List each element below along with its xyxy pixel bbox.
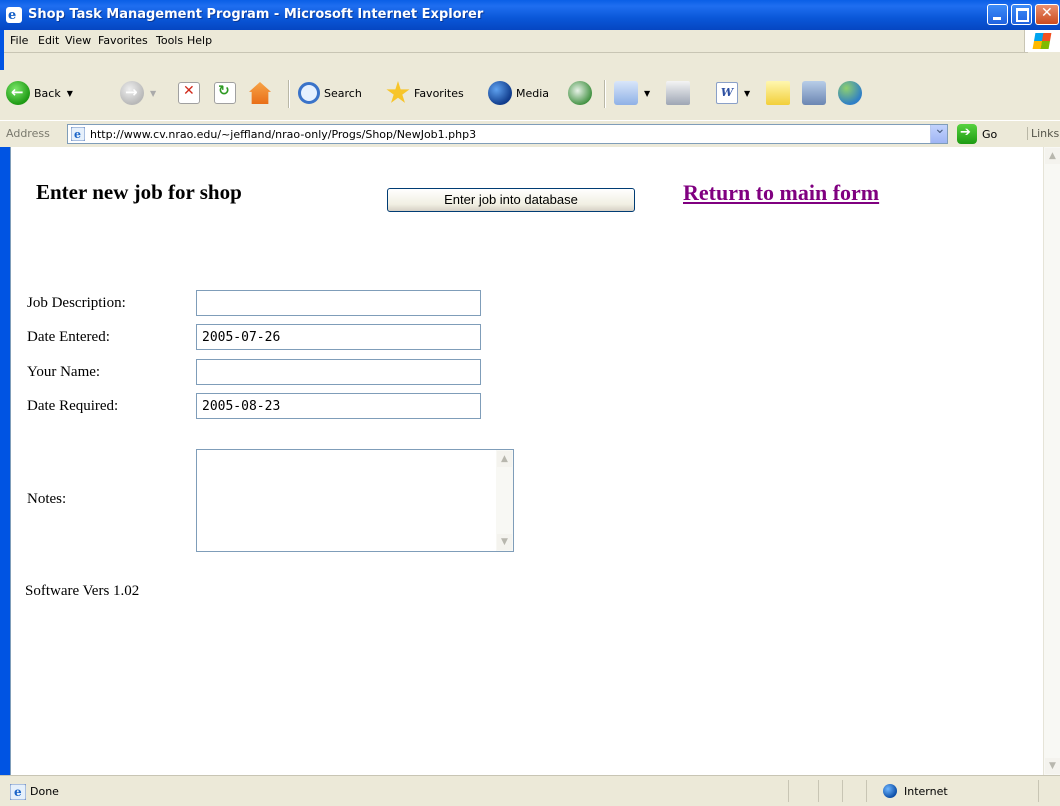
- refresh-button[interactable]: ↻: [214, 78, 236, 108]
- address-url[interactable]: http://www.cv.nrao.edu/~jeffland/nrao-on…: [90, 128, 476, 141]
- status-text: Done: [30, 785, 59, 798]
- address-dropdown-icon[interactable]: [930, 121, 947, 143]
- links-button[interactable]: Links: [1027, 127, 1059, 140]
- back-button[interactable]: ← Back ▼: [6, 78, 73, 108]
- research-icon: [802, 81, 826, 105]
- chevron-down-icon: ▼: [150, 88, 157, 98]
- search-label: Search: [324, 86, 362, 100]
- chevron-down-icon[interactable]: ▼: [644, 89, 650, 98]
- forward-button[interactable]: → ▼: [120, 78, 156, 108]
- menu-tools[interactable]: Tools: [156, 34, 183, 47]
- history-button[interactable]: [568, 78, 592, 108]
- printer-icon: [666, 81, 690, 105]
- maximize-button[interactable]: [1011, 4, 1032, 25]
- title-bar[interactable]: e Shop Task Management Program - Microso…: [0, 0, 1060, 30]
- scroll-down-icon[interactable]: ▼: [1045, 758, 1060, 774]
- address-label: Address: [6, 127, 50, 140]
- home-button[interactable]: [249, 78, 271, 108]
- job-description-input[interactable]: [196, 290, 481, 316]
- notes-label: Notes:: [27, 491, 67, 507]
- favorites-label: Favorites: [414, 86, 464, 100]
- your-name-label: Your Name:: [27, 364, 101, 380]
- notes-scrollbar[interactable]: ▲ ▼: [496, 450, 513, 551]
- note-icon: [766, 81, 790, 105]
- go-button[interactable]: Go: [957, 124, 997, 144]
- address-input[interactable]: e http://www.cv.nrao.edu/~jeffland/nrao-…: [67, 121, 948, 144]
- notes-textarea[interactable]: ▲ ▼: [196, 449, 514, 552]
- globe-icon: [883, 784, 897, 798]
- favorites-button[interactable]: Favorites: [386, 78, 464, 108]
- scroll-up-icon[interactable]: ▲: [497, 451, 512, 467]
- ie-page-icon: e: [71, 127, 85, 141]
- mail-button[interactable]: ▼: [614, 78, 650, 108]
- page-scrollbar[interactable]: ▲ ▼: [1043, 147, 1060, 775]
- menu-view[interactable]: View: [65, 34, 91, 47]
- print-button[interactable]: [666, 78, 690, 108]
- browser-window: e Shop Task Management Program - Microso…: [0, 0, 1060, 806]
- status-bar: e Done Internet: [0, 775, 1060, 806]
- media-icon: [488, 81, 512, 105]
- return-to-main-link[interactable]: Return to main form: [683, 180, 879, 206]
- window-title: Shop Task Management Program - Microsoft…: [28, 7, 484, 22]
- stop-button[interactable]: ✕: [178, 78, 200, 108]
- research-button[interactable]: [802, 78, 826, 108]
- job-description-label: Job Description:: [27, 295, 126, 311]
- address-bar: Address e http://www.cv.nrao.edu/~jeffla…: [0, 120, 1060, 147]
- stop-icon: ✕: [178, 82, 200, 104]
- back-label: Back: [34, 86, 61, 100]
- media-label: Media: [516, 86, 550, 100]
- your-name-input[interactable]: [196, 359, 481, 385]
- chevron-down-icon[interactable]: ▼: [744, 89, 750, 98]
- date-required-label: Date Required:: [27, 398, 119, 414]
- scroll-up-icon[interactable]: ▲: [1045, 148, 1060, 164]
- svg-text:e: e: [14, 785, 22, 799]
- date-entered-input[interactable]: 2005-07-26: [196, 324, 481, 350]
- svg-text:e: e: [74, 128, 81, 141]
- messenger-button[interactable]: [838, 78, 862, 108]
- edit-button[interactable]: W ▼: [716, 78, 750, 108]
- minimize-button[interactable]: [987, 4, 1008, 25]
- home-icon: [249, 82, 271, 104]
- go-arrow-icon: [957, 124, 977, 144]
- messenger-icon: [838, 81, 862, 105]
- enter-job-button[interactable]: Enter job into database: [387, 188, 635, 212]
- forward-arrow-icon: →: [120, 81, 144, 105]
- software-version: Software Vers 1.02: [25, 583, 140, 599]
- menu-favorites[interactable]: Favorites: [98, 34, 148, 47]
- menu-bar: File Edit View Favorites Tools Help: [4, 30, 1060, 70]
- scroll-down-icon[interactable]: ▼: [497, 534, 512, 550]
- mail-icon: [614, 81, 638, 105]
- date-entered-label: Date Entered:: [27, 329, 110, 345]
- menu-help[interactable]: Help: [187, 34, 212, 47]
- back-arrow-icon: ←: [6, 81, 30, 105]
- history-icon: [568, 81, 592, 105]
- discuss-button[interactable]: [766, 78, 790, 108]
- refresh-icon: ↻: [214, 82, 236, 104]
- ie-icon: e: [6, 7, 22, 23]
- search-button[interactable]: Search: [298, 78, 362, 108]
- page-content: Enter new job for shop Enter job into da…: [10, 147, 1043, 775]
- menu-edit[interactable]: Edit: [38, 34, 59, 47]
- windows-logo-icon: [1024, 30, 1060, 52]
- search-icon: [298, 82, 320, 104]
- close-button[interactable]: [1035, 4, 1059, 25]
- page-title: Enter new job for shop: [36, 180, 242, 204]
- security-zone: Internet: [904, 785, 948, 798]
- go-label: Go: [982, 127, 998, 141]
- chevron-down-icon[interactable]: ▼: [67, 89, 73, 98]
- word-icon: W: [716, 82, 738, 104]
- date-required-input[interactable]: 2005-08-23: [196, 393, 481, 419]
- menu-file[interactable]: File: [10, 34, 28, 47]
- media-button[interactable]: Media: [488, 78, 549, 108]
- toolbar: ← Back ▼ → ▼ ✕ ↻ Search Favorites Media: [0, 70, 1060, 120]
- star-icon: [386, 81, 410, 103]
- ie-page-icon: e: [10, 784, 26, 800]
